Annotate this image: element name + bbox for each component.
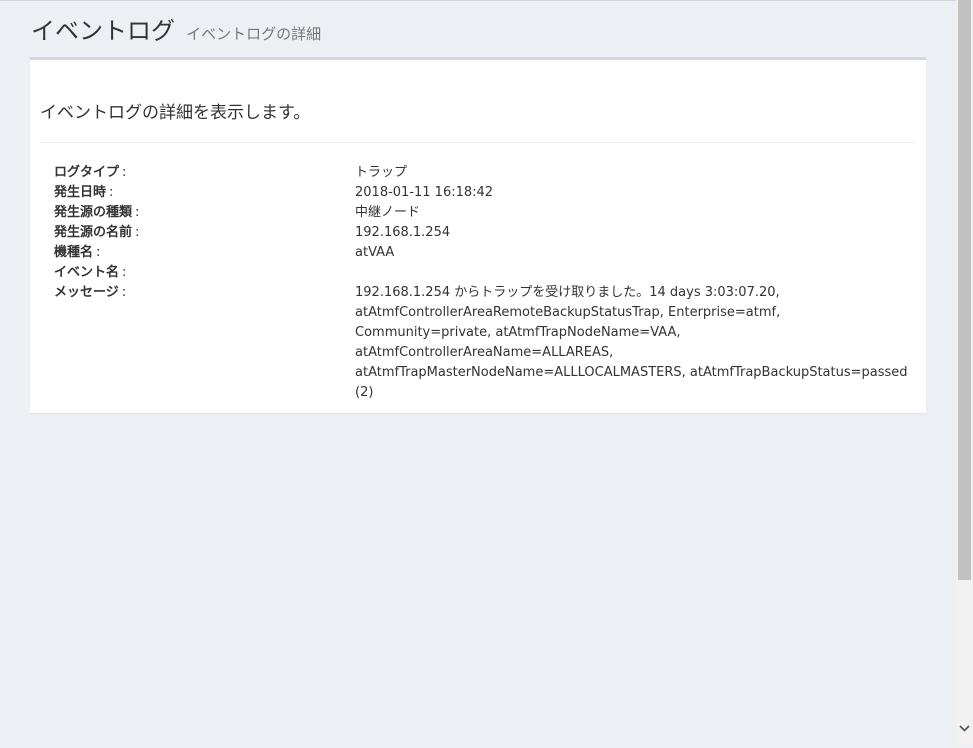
box-divider [40, 142, 916, 143]
detail-row-event-name: イベント名: [54, 263, 912, 283]
detail-label: イベント名 [54, 265, 120, 280]
page-subtitle: イベントログの詳細 [186, 25, 322, 43]
detail-label: 機種名 [54, 245, 94, 260]
detail-value: 中継ノード [355, 205, 421, 220]
page-title: イベントログ [31, 17, 175, 45]
detail-label: 発生源の名前 [54, 225, 133, 240]
chevron-down-icon[interactable] [956, 720, 973, 737]
scrollbar-thumb[interactable] [958, 0, 971, 580]
detail-colon: : [96, 245, 101, 260]
detail-colon: : [135, 205, 140, 220]
detail-label: メッセージ [54, 285, 119, 300]
detail-label: 発生日時 [54, 185, 107, 200]
detail-colon: : [121, 285, 127, 300]
detail-value: 192.168.1.254 [355, 225, 451, 240]
detail-row-source-name: 発生源の名前: 192.168.1.254 [54, 223, 912, 243]
detail-row-log-type: ログタイプ: トラップ [54, 163, 912, 183]
detail-colon: : [122, 265, 127, 280]
detail-label: 発生源の種類 [54, 205, 133, 220]
detail-colon: : [122, 165, 127, 180]
detail-row-datetime: 発生日時: 2018-01-11 16:18:42 [54, 183, 912, 203]
vertical-scrollbar[interactable] [956, 0, 973, 747]
detail-row-message: メッセージ: 192.168.1.254 からトラップを受け取りました。14 d… [54, 283, 912, 403]
detail-colon: : [109, 185, 114, 200]
content-header: イベントログ イベントログの詳細 [31, 11, 321, 46]
detail-value: 192.168.1.254 からトラップを受け取りました。14 days 3:0… [355, 285, 908, 400]
detail-value: atVAA [355, 245, 395, 260]
detail-label: ログタイプ [54, 165, 120, 180]
box-heading: イベントログの詳細を表示します。 [40, 103, 311, 123]
detail-row-source-type: 発生源の種類: 中継ノード [54, 203, 912, 223]
detail-colon: : [135, 225, 140, 240]
detail-value: 2018-01-11 16:18:42 [355, 185, 494, 200]
event-detail-box: イベントログの詳細を表示します。 ログタイプ: トラップ 発生日時: 2018-… [30, 57, 926, 413]
page: イベントログ イベントログの詳細 イベントログの詳細を表示します。 ログタイプ:… [0, 0, 956, 748]
detail-list: ログタイプ: トラップ 発生日時: 2018-01-11 16:18:42 発生… [54, 163, 912, 403]
detail-value: トラップ [355, 165, 408, 180]
detail-row-model: 機種名: atVAA [54, 243, 912, 263]
